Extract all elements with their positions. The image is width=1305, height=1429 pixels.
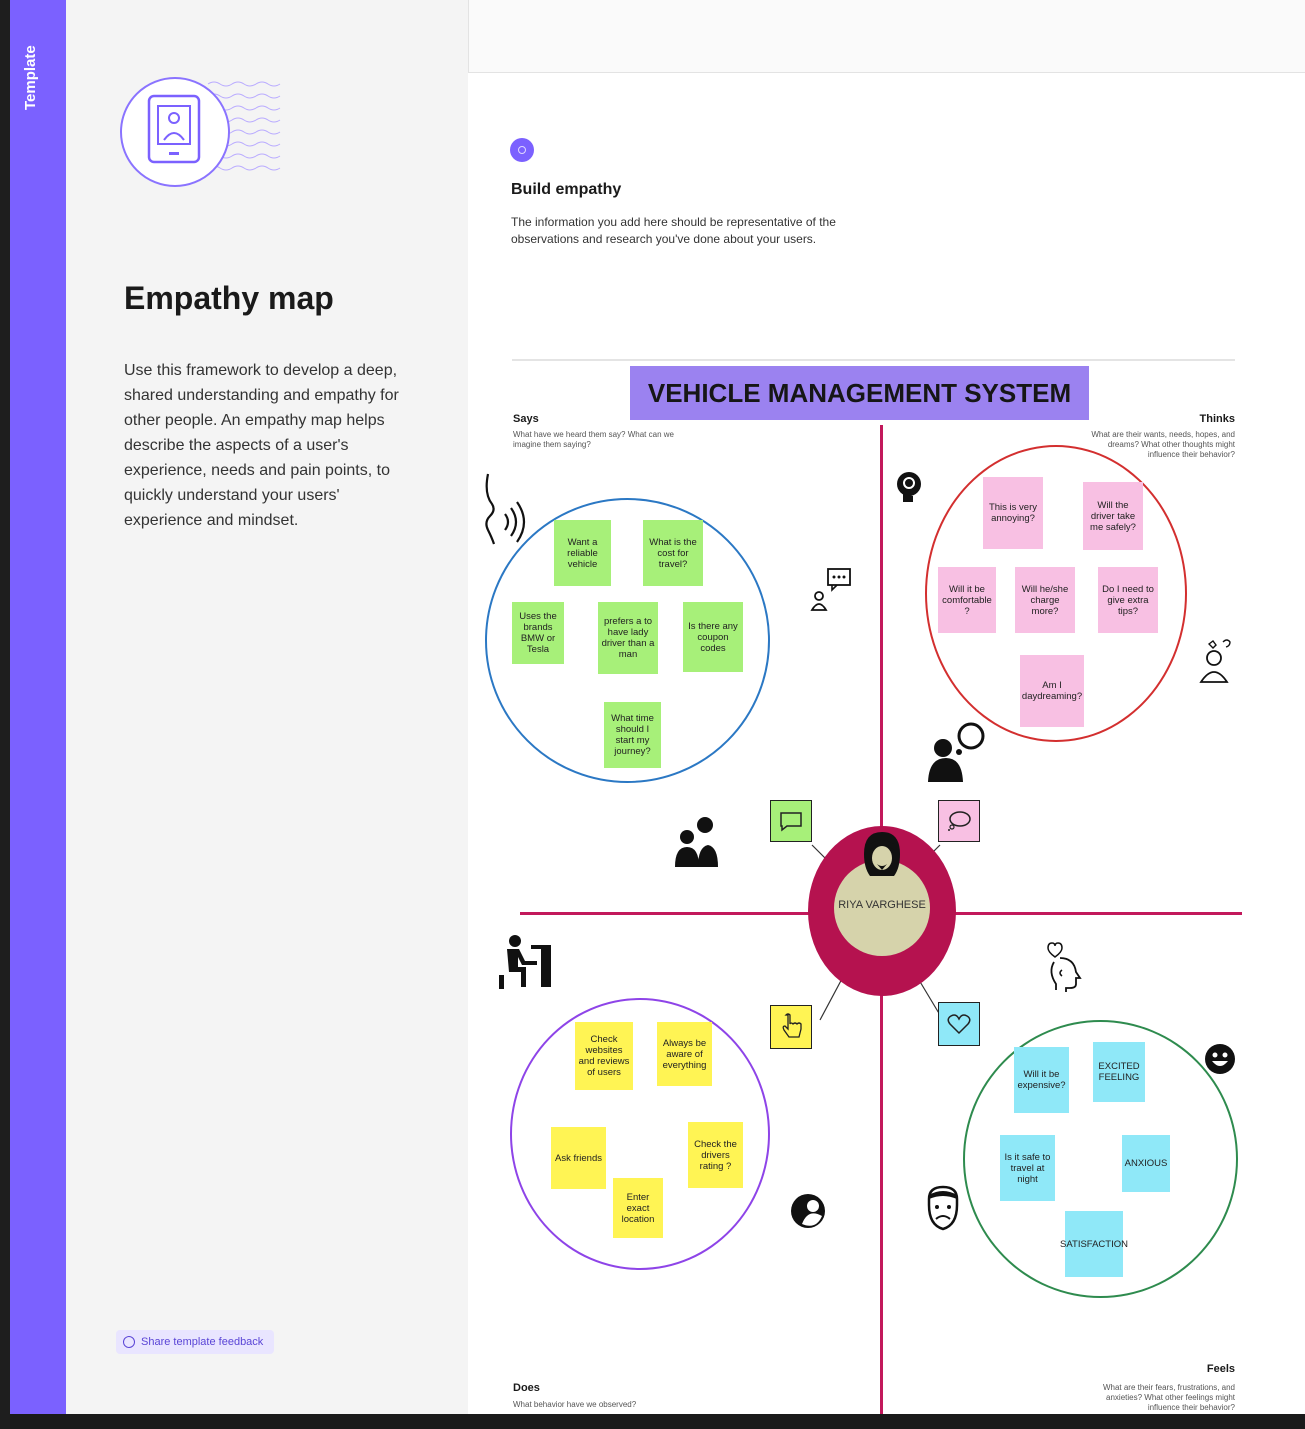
- feedback-icon: [123, 1336, 135, 1348]
- thinks-title: Thinks: [1199, 413, 1235, 425]
- thinking-head-icon: [897, 472, 921, 502]
- people-talking-icon: [675, 817, 718, 867]
- project-banner: VEHICLE MANAGEMENT SYSTEM: [630, 366, 1089, 420]
- template-tab[interactable]: Template: [10, 0, 66, 1429]
- feels-note[interactable]: ANXIOUS: [1122, 1135, 1170, 1192]
- thinks-note[interactable]: This is very annoying?: [983, 477, 1043, 549]
- template-illustration: [120, 77, 281, 187]
- does-note[interactable]: Always be aware of everything: [657, 1022, 712, 1086]
- canvas-top-bar: [468, 0, 1305, 73]
- does-note[interactable]: Check the drivers rating ?: [688, 1122, 743, 1188]
- divider: [512, 359, 1235, 361]
- does-note[interactable]: Check websites and reviews of users: [575, 1022, 633, 1090]
- feels-heart-icon: [938, 1002, 980, 1046]
- template-side-panel: Empathy map Use this framework to develo…: [66, 0, 468, 1414]
- says-note[interactable]: prefers a to have lady driver than a man: [598, 602, 658, 674]
- sidebar-description: Use this framework to develop a deep, sh…: [124, 362, 399, 529]
- does-title: Does: [513, 1382, 540, 1394]
- thinks-note[interactable]: Am I daydreaming?: [1020, 655, 1084, 727]
- feels-note[interactable]: Is it safe to travel at night: [1000, 1135, 1055, 1201]
- user-avatar-icon: [791, 1194, 825, 1228]
- says-note[interactable]: Uses the brands BMW or Tesla: [512, 602, 564, 664]
- says-note[interactable]: What is the cost for travel?: [643, 520, 703, 586]
- says-note[interactable]: Want a reliable vehicle: [554, 520, 611, 586]
- says-note[interactable]: What time should I start my journey?: [604, 702, 661, 768]
- thinking-person-icon: [1199, 639, 1231, 683]
- says-note[interactable]: Is there any coupon codes: [683, 602, 743, 672]
- section-description: The information you add here should be r…: [511, 215, 836, 246]
- persona-name: RIYA VARGHESE: [838, 899, 926, 911]
- persona-avatar-icon: [864, 832, 900, 876]
- person-at-desk-icon: [499, 935, 551, 989]
- chat-person-icon: [810, 568, 851, 611]
- heart-head-icon: [1047, 942, 1082, 992]
- feels-note[interactable]: EXCITED FEELING: [1093, 1042, 1145, 1102]
- does-note[interactable]: Enter exact location: [613, 1178, 663, 1238]
- feels-title: Feels: [1206, 1363, 1235, 1375]
- worried-face-icon: [927, 1185, 959, 1231]
- section-title: Build empathy: [511, 181, 622, 198]
- feels-note[interactable]: Will it be expensive?: [1014, 1047, 1069, 1113]
- thinks-description: What are their wants, needs, hopes, and …: [1091, 430, 1235, 459]
- share-feedback-button[interactable]: Share template feedback: [116, 1330, 274, 1354]
- says-speech-bubble-icon: [770, 800, 812, 842]
- feels-description: What are their fears, frustrations, and …: [1102, 1383, 1235, 1412]
- person-thought-icon: [928, 722, 985, 782]
- section-marker-icon: [510, 138, 534, 162]
- thinks-note[interactable]: Will it be comfortable ?: [938, 567, 996, 633]
- thinks-note[interactable]: Will the driver take me safely?: [1083, 482, 1143, 550]
- template-tab-label: Template: [22, 45, 39, 110]
- does-description: What behavior have we observed?: [513, 1400, 637, 1409]
- says-description: What have we heard them say? What can we…: [513, 430, 674, 449]
- thinks-thought-bubble-icon: [938, 800, 980, 842]
- share-feedback-label: Share template feedback: [141, 1336, 264, 1348]
- thinks-note[interactable]: Will he/she charge more?: [1015, 567, 1075, 633]
- bottom-bar: [10, 1414, 1305, 1429]
- does-pointing-hand-icon: [770, 1005, 812, 1049]
- listening-ear-icon: [485, 473, 526, 545]
- does-note[interactable]: Ask friends: [551, 1127, 606, 1189]
- window-edge: [0, 0, 10, 1429]
- smiley-face-icon: [1205, 1044, 1235, 1074]
- says-title: Says: [513, 413, 539, 425]
- sidebar-title: Empathy map: [124, 280, 334, 316]
- thinks-note[interactable]: Do I need to give extra tips?: [1098, 567, 1158, 633]
- feels-note[interactable]: SATISFACTION: [1060, 1211, 1128, 1277]
